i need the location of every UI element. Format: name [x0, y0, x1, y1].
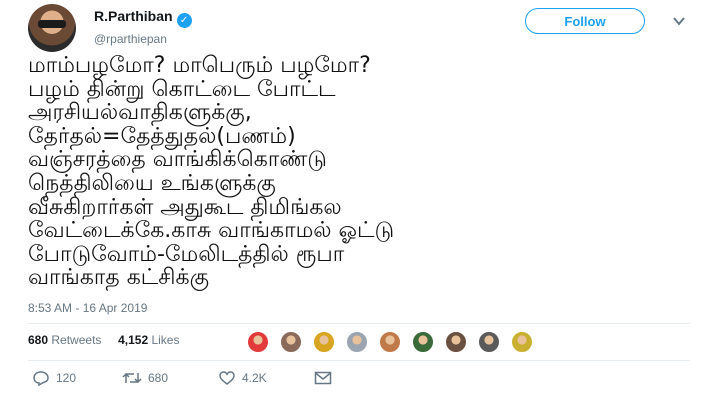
retweet-count: 680 — [148, 371, 169, 385]
liker-avatar[interactable] — [478, 331, 500, 353]
reply-count: 120 — [56, 371, 77, 385]
divider — [28, 323, 690, 324]
liker-avatar[interactable] — [379, 331, 401, 353]
envelope-icon — [314, 371, 332, 385]
verified-badge-icon: ✓ — [176, 13, 192, 28]
heart-icon — [219, 371, 235, 385]
liker-avatar[interactable] — [511, 331, 533, 353]
display-name-row: R.Parthiban ✓ — [94, 6, 192, 28]
tweet-text: மாம்பழமோ? மாபெரும் பழமோ? பழம் தின்று கொட… — [28, 53, 395, 291]
liker-avatar[interactable] — [280, 331, 302, 353]
retweets-label[interactable]: Retweets — [51, 333, 101, 347]
reply-icon — [33, 371, 49, 387]
retweet-button[interactable]: 680 — [122, 370, 168, 388]
follow-button[interactable]: Follow — [525, 8, 645, 34]
tweet-header: R.Parthiban ✓ @rparthiepan Follow — [0, 0, 720, 52]
retweets-count[interactable]: 680 — [28, 333, 48, 347]
display-name[interactable]: R.Parthiban — [94, 8, 173, 24]
tweet-actions: 120 680 4.2K — [28, 370, 428, 388]
like-count: 4.2K — [242, 371, 267, 385]
user-handle[interactable]: @rparthiepan — [94, 32, 192, 46]
liker-avatar[interactable] — [247, 331, 269, 353]
chevron-down-icon[interactable] — [672, 16, 686, 26]
likes-count[interactable]: 4,152 — [118, 333, 148, 347]
reply-button[interactable]: 120 — [32, 370, 76, 388]
liker-avatar[interactable] — [445, 331, 467, 353]
liker-avatar[interactable] — [346, 331, 368, 353]
avatar[interactable] — [28, 4, 76, 52]
retweet-icon — [122, 372, 142, 384]
like-button[interactable]: 4.2K — [218, 370, 267, 388]
likes-label[interactable]: Likes — [151, 333, 179, 347]
direct-message-button[interactable] — [314, 370, 338, 388]
liker-avatar[interactable] — [412, 331, 434, 353]
divider — [28, 360, 690, 361]
engagement-stats: 680 Retweets 4,152 Likes — [28, 333, 179, 347]
author-block: R.Parthiban ✓ @rparthiepan — [94, 6, 192, 46]
liker-avatar[interactable] — [313, 331, 335, 353]
tweet-timestamp[interactable]: 8:53 AM - 16 Apr 2019 — [28, 301, 147, 315]
